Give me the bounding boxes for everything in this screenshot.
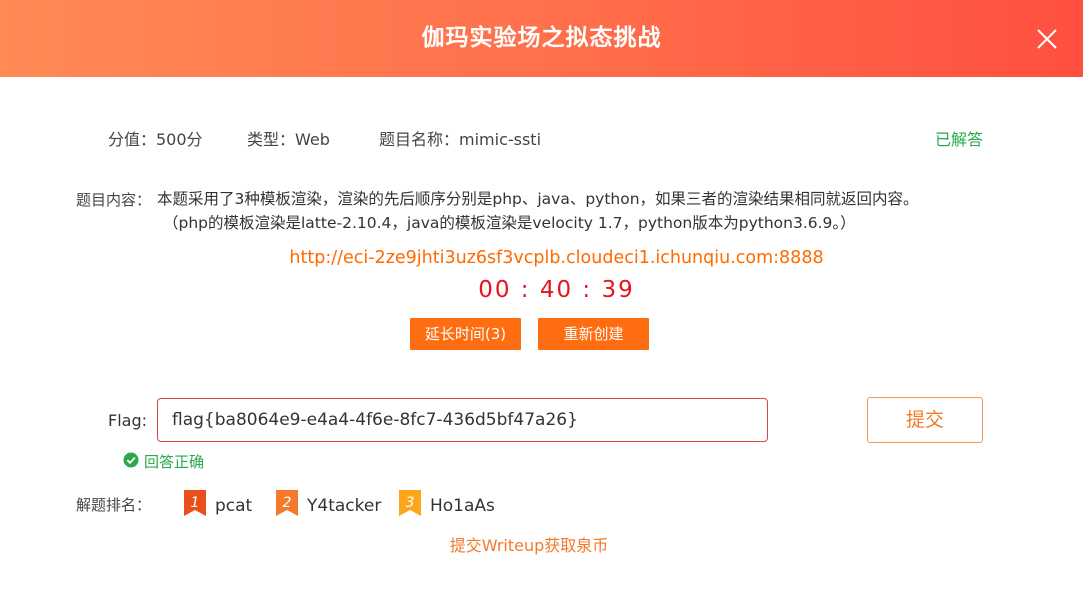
rank-number: 3 (406, 495, 415, 511)
rank-name: pcat (215, 495, 253, 516)
answer-result-text: 回答正确 (144, 453, 205, 471)
extend-time-button[interactable]: 延长时间(3) (410, 318, 521, 350)
submit-writeup-link[interactable]: 提交Writeup获取泉币 (0, 532, 1058, 556)
flag-label: Flag: (108, 411, 147, 430)
check-circle-icon (123, 452, 139, 472)
submit-button[interactable]: 提交 (867, 397, 983, 443)
rank-number: 1 (191, 495, 200, 511)
content-description: 本题采用了3种模板渲染，渲染的先后顺序分别是php、java、python，如果… (157, 187, 1067, 235)
rank-item: 2 Y4tacker (275, 490, 381, 521)
challenge-url-link[interactable]: http://eci-2ze9jhti3uz6sf3vcplb.cloudeci… (0, 248, 1083, 268)
rank-name: Y4tacker (307, 495, 382, 516)
score-text: 分值：500分 (108, 130, 203, 149)
solved-status: 已解答 (935, 130, 984, 149)
type-text: 类型：Web (247, 130, 330, 149)
rank-item: 1 pcat (183, 490, 252, 521)
rank-name: Ho1aAs (430, 495, 495, 516)
content-line-1: 本题采用了3种模板渲染，渲染的先后顺序分别是php、java、python，如果… (157, 190, 919, 208)
challenge-name-text: 题目名称：mimic-ssti (379, 130, 542, 149)
dialog-title: 伽玛实验场之拟态挑战 (421, 25, 662, 51)
content-label: 题目内容： (76, 191, 152, 209)
ranking-label: 解题排名： (76, 496, 152, 514)
flag-input[interactable] (157, 398, 768, 442)
close-icon[interactable] (1031, 23, 1063, 55)
rank-badge-icon: 1 (183, 490, 207, 521)
answer-result: 回答正确 (123, 451, 204, 472)
rank-badge-icon: 2 (275, 490, 299, 521)
rank-badge-icon: 3 (398, 490, 422, 521)
rank-number: 2 (283, 495, 292, 511)
countdown-timer: 00 : 40 : 39 (478, 277, 635, 303)
content-line-2: （php的模板渲染是latte-2.10.4，java的模板渲染是velocit… (163, 214, 856, 232)
rank-item: 3 Ho1aAs (398, 490, 495, 521)
recreate-button[interactable]: 重新创建 (538, 318, 649, 350)
